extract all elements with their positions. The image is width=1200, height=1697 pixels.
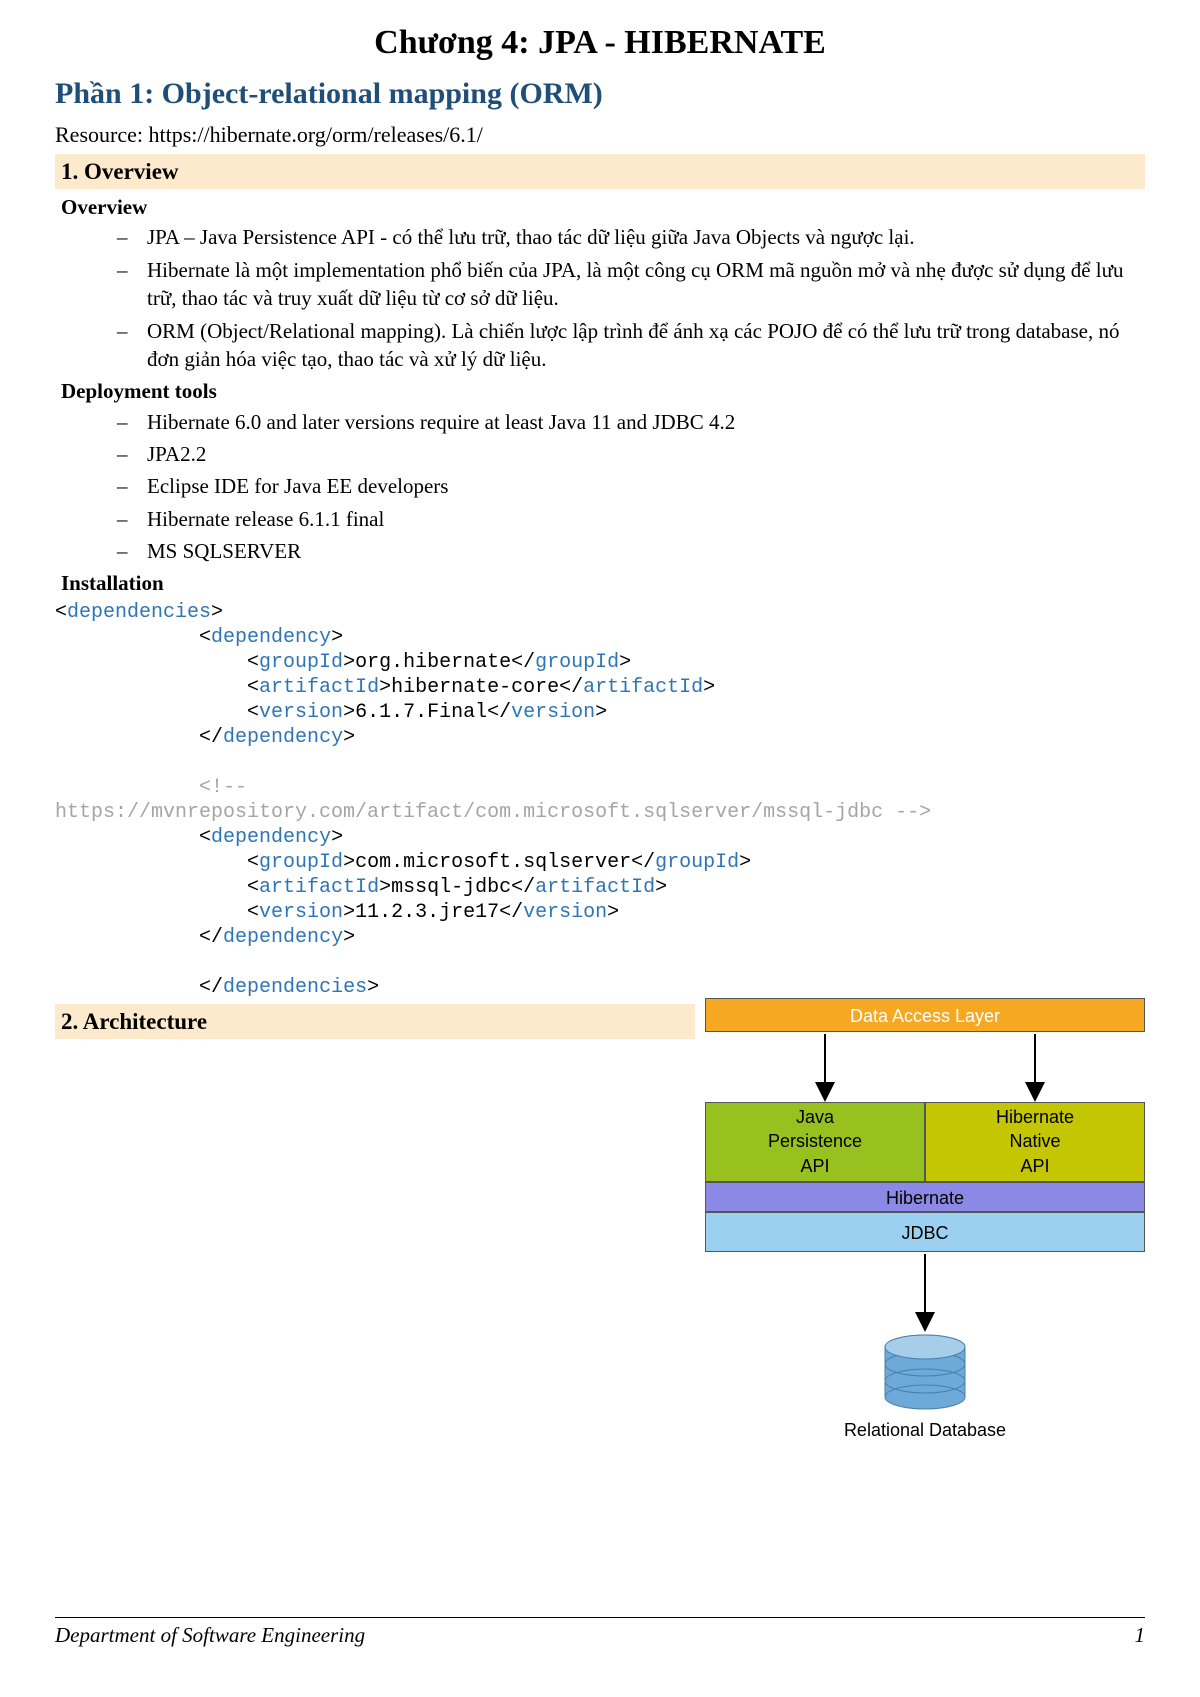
list-item: JPA – Java Persistence API - có thể lưu … xyxy=(117,223,1145,251)
section-overview-head: 1. Overview xyxy=(55,154,1145,189)
list-item: JPA2.2 xyxy=(117,440,1145,468)
list-item: Hibernate release 6.1.1 final xyxy=(117,505,1145,533)
part-title: Phần 1: Object-relational mapping (ORM) xyxy=(55,74,1145,115)
list-item: ORM (Object/Relational mapping). Là chiế… xyxy=(117,317,1145,374)
code-block: <dependencies> <dependency> <groupId>org… xyxy=(55,600,1145,1000)
deploy-list: Hibernate 6.0 and later versions require… xyxy=(55,408,1145,566)
arrow-down-icon xyxy=(705,1252,1145,1332)
deploy-subhead: Deployment tools xyxy=(61,377,1145,405)
overview-list: JPA – Java Persistence API - có thể lưu … xyxy=(55,223,1145,373)
resource-label: Resource: xyxy=(55,122,148,147)
list-item: Hibernate là một implementation phổ biến… xyxy=(117,256,1145,313)
section-architecture-head: 2. Architecture xyxy=(55,1004,695,1039)
arrows-down-icon xyxy=(705,1032,1145,1102)
footer-left: Department of Software Engineering xyxy=(55,1621,365,1649)
resource-line: Resource: https://hibernate.org/orm/rele… xyxy=(55,120,1145,150)
architecture-diagram: Data Access Layer Java Persistence API H… xyxy=(705,998,1145,1442)
list-item: Hibernate 6.0 and later versions require… xyxy=(117,408,1145,436)
footer-page-number: 1 xyxy=(1135,1621,1146,1649)
hibernate-box: Hibernate xyxy=(705,1182,1145,1212)
install-subhead: Installation xyxy=(61,569,1145,597)
overview-subhead: Overview xyxy=(61,193,1145,221)
list-item: MS SQLSERVER xyxy=(117,537,1145,565)
page-footer: Department of Software Engineering 1 xyxy=(55,1617,1145,1649)
doc-title: Chương 4: JPA - HIBERNATE xyxy=(55,20,1145,66)
database-icon xyxy=(880,1332,970,1412)
jdbc-box: JDBC xyxy=(705,1212,1145,1252)
list-item: Eclipse IDE for Java EE developers xyxy=(117,472,1145,500)
resource-url[interactable]: https://hibernate.org/orm/releases/6.1/ xyxy=(148,122,482,147)
db-label: Relational Database xyxy=(705,1418,1145,1442)
native-api-box: Hibernate Native API xyxy=(925,1102,1145,1182)
jpa-box: Java Persistence API xyxy=(705,1102,925,1182)
dal-box: Data Access Layer xyxy=(705,998,1145,1032)
